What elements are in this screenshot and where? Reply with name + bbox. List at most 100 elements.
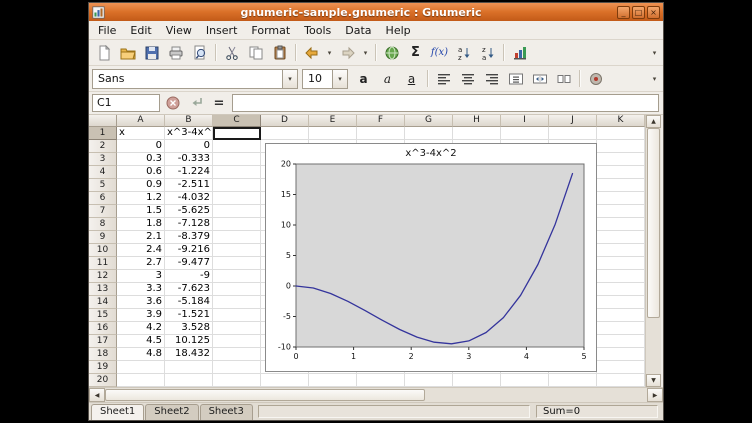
cell-K11[interactable]: [597, 257, 645, 270]
column-header-H[interactable]: H: [453, 115, 501, 127]
cell-K18[interactable]: [597, 348, 645, 361]
cell-A20[interactable]: [117, 374, 165, 387]
column-header-J[interactable]: J: [549, 115, 597, 127]
cell-K3[interactable]: [597, 153, 645, 166]
cell-C10[interactable]: [213, 244, 261, 257]
formula-entry[interactable]: [232, 94, 659, 112]
cell-A13[interactable]: 3.3: [117, 283, 165, 296]
cell-K9[interactable]: [597, 231, 645, 244]
font-name-combo[interactable]: Sans ▾: [92, 69, 298, 89]
bold-button[interactable]: a: [352, 68, 375, 90]
cell-A4[interactable]: 0.6: [117, 166, 165, 179]
horizontal-scrollbar-trough[interactable]: [425, 388, 647, 402]
select-all-corner[interactable]: [89, 115, 117, 127]
cell-K8[interactable]: [597, 218, 645, 231]
sheet-tab-sheet2[interactable]: Sheet2: [145, 404, 198, 420]
cell-E20[interactable]: [309, 374, 357, 387]
minimize-button[interactable]: _: [617, 6, 630, 19]
align-right-button[interactable]: [480, 68, 503, 90]
cell-K17[interactable]: [597, 335, 645, 348]
cell-A3[interactable]: 0.3: [117, 153, 165, 166]
underline-button[interactable]: a: [400, 68, 423, 90]
cell-B4[interactable]: -1.224: [165, 166, 213, 179]
undo-button[interactable]: [300, 42, 323, 64]
unmerge-cells-button[interactable]: [552, 68, 575, 90]
cell-C2[interactable]: [213, 140, 261, 153]
cell-C1[interactable]: [213, 127, 261, 140]
cell-K1[interactable]: [597, 127, 645, 140]
horizontal-scrollbar[interactable]: ◀ ▶: [89, 387, 663, 402]
cell-B6[interactable]: -4.032: [165, 192, 213, 205]
cell-C13[interactable]: [213, 283, 261, 296]
horizontal-scrollbar-thumb[interactable]: [105, 389, 425, 401]
cell-B14[interactable]: -5.184: [165, 296, 213, 309]
cell-A8[interactable]: 1.8: [117, 218, 165, 231]
cell-C14[interactable]: [213, 296, 261, 309]
scroll-right-button[interactable]: ▶: [647, 388, 663, 402]
toolbar-overflow-button[interactable]: ▾: [649, 42, 660, 64]
cell-B5[interactable]: -2.511: [165, 179, 213, 192]
cell-K20[interactable]: [597, 374, 645, 387]
function-button[interactable]: f(x): [428, 42, 451, 64]
sheet-tab-sheet1[interactable]: Sheet1: [91, 404, 144, 420]
copy-button[interactable]: [244, 42, 267, 64]
cell-D1[interactable]: [261, 127, 309, 140]
undo-dropdown[interactable]: ▾: [324, 42, 335, 64]
cell-C6[interactable]: [213, 192, 261, 205]
cell-K19[interactable]: [597, 361, 645, 374]
row-header-4[interactable]: 4: [89, 166, 117, 179]
cell-B20[interactable]: [165, 374, 213, 387]
chart-object[interactable]: x^3-4x^2 20151050-5-10012345: [265, 143, 597, 372]
column-header-F[interactable]: F: [357, 115, 405, 127]
cell-K14[interactable]: [597, 296, 645, 309]
font-size-combo[interactable]: 10 ▾: [302, 69, 348, 89]
center-across-button[interactable]: [504, 68, 527, 90]
row-header-16[interactable]: 16: [89, 322, 117, 335]
cell-A7[interactable]: 1.5: [117, 205, 165, 218]
align-center-button[interactable]: [456, 68, 479, 90]
equals-button[interactable]: =: [209, 93, 229, 113]
cell-K16[interactable]: [597, 322, 645, 335]
row-header-6[interactable]: 6: [89, 192, 117, 205]
vertical-scrollbar[interactable]: ▲ ▼: [645, 115, 661, 387]
cell-D20[interactable]: [261, 374, 309, 387]
new-button[interactable]: [92, 42, 115, 64]
row-header-1[interactable]: 1: [89, 127, 117, 140]
cell-C16[interactable]: [213, 322, 261, 335]
row-header-12[interactable]: 12: [89, 270, 117, 283]
cell-A6[interactable]: 1.2: [117, 192, 165, 205]
cell-A2[interactable]: 0: [117, 140, 165, 153]
chevron-down-icon[interactable]: ▾: [332, 70, 347, 88]
save-button[interactable]: [140, 42, 163, 64]
cell-B18[interactable]: 18.432: [165, 348, 213, 361]
cell-J20[interactable]: [549, 374, 597, 387]
sort-descending-button[interactable]: z a: [476, 42, 499, 64]
cell-C5[interactable]: [213, 179, 261, 192]
row-header-14[interactable]: 14: [89, 296, 117, 309]
row-header-18[interactable]: 18: [89, 348, 117, 361]
cell-B11[interactable]: -9.477: [165, 257, 213, 270]
cell-B9[interactable]: -8.379: [165, 231, 213, 244]
cell-H1[interactable]: [453, 127, 501, 140]
cell-B10[interactable]: -9.216: [165, 244, 213, 257]
cell-C8[interactable]: [213, 218, 261, 231]
cell-C18[interactable]: [213, 348, 261, 361]
cell-A19[interactable]: [117, 361, 165, 374]
cell-B15[interactable]: -1.521: [165, 309, 213, 322]
column-header-I[interactable]: I: [501, 115, 549, 127]
cell-C7[interactable]: [213, 205, 261, 218]
cell-A1[interactable]: x: [117, 127, 165, 140]
merge-cells-button[interactable]: [528, 68, 551, 90]
cell-G20[interactable]: [405, 374, 453, 387]
cell-C19[interactable]: [213, 361, 261, 374]
paste-button[interactable]: [268, 42, 291, 64]
cell-A16[interactable]: 4.2: [117, 322, 165, 335]
print-button[interactable]: [164, 42, 187, 64]
cell-K6[interactable]: [597, 192, 645, 205]
column-header-D[interactable]: D: [261, 115, 309, 127]
cell-E1[interactable]: [309, 127, 357, 140]
titlebar[interactable]: gnumeric-sample.gnumeric : Gnumeric _ □ …: [89, 3, 663, 21]
menu-format[interactable]: Format: [244, 22, 297, 39]
cell-I20[interactable]: [501, 374, 549, 387]
sheet-tab-sheet3[interactable]: Sheet3: [200, 404, 253, 420]
